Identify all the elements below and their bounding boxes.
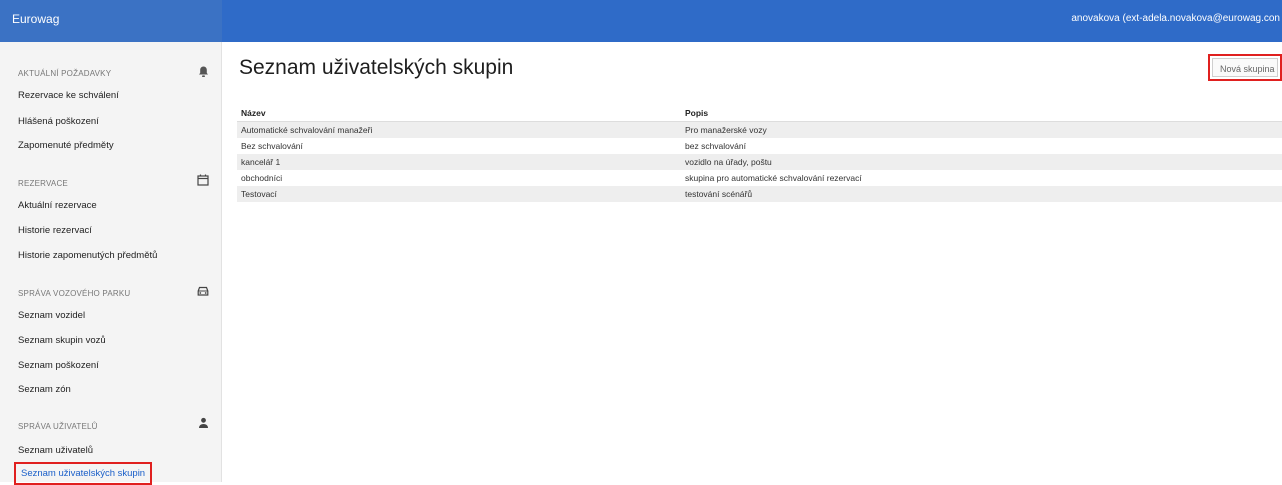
column-header-description[interactable]: Popis (681, 104, 1282, 122)
cell-name[interactable]: obchodníci (237, 170, 681, 186)
user-account[interactable]: anovakova (ext-adela.novakova@eurowag.co… (1071, 13, 1280, 24)
section-title-current-requests: AKTUÁLNÍ POŽADAVKY (18, 69, 112, 78)
cell-description: Pro manažerské vozy (681, 121, 1282, 138)
cell-description: testování scénářů (681, 186, 1282, 202)
user-groups-table: Název Popis Automatické schvalování mana… (237, 104, 1282, 202)
table-row[interactable]: Bez schvalování bez schvalování (237, 138, 1282, 154)
cell-name[interactable]: kancelář 1 (237, 154, 681, 170)
sidebar-item-forgotten-items[interactable]: Zapomenuté předměty (18, 140, 114, 151)
sidebar-item-vehicle-group-list[interactable]: Seznam skupin vozů (18, 335, 106, 346)
cell-name[interactable]: Testovací (237, 186, 681, 202)
sidebar-item-user-list[interactable]: Seznam uživatelů (18, 445, 93, 456)
cell-name[interactable]: Bez schvalování (237, 138, 681, 154)
top-bar: Eurowag anovakova (ext-adela.novakova@eu… (0, 0, 1282, 42)
cell-description: vozidlo na úřady, poštu (681, 154, 1282, 170)
calendar-icon (196, 173, 210, 187)
sidebar-item-forgotten-items-history[interactable]: Historie zapomenutých předmětů (18, 250, 157, 261)
sidebar-item-reservations-to-approve[interactable]: Rezervace ke schválení (18, 90, 119, 101)
main-content: Seznam uživatelských skupin Nová skupina… (222, 42, 1282, 482)
table-row[interactable]: kancelář 1 vozidlo na úřady, poštu (237, 154, 1282, 170)
cell-description: bez schvalování (685, 141, 746, 151)
new-group-button[interactable]: Nová skupina (1212, 58, 1278, 77)
sidebar-item-vehicle-list[interactable]: Seznam vozidel (18, 310, 85, 321)
cell-name[interactable]: Automatické schvalování manažeři (237, 121, 681, 138)
table-row[interactable]: Automatické schvalování manažeři Pro man… (237, 121, 1282, 138)
sidebar-item-zone-list[interactable]: Seznam zón (18, 384, 71, 395)
section-title-user-management: SPRÁVA UŽIVATELŮ (18, 422, 98, 431)
new-group-button-highlight[interactable]: Nová skupina (1208, 54, 1282, 81)
table-header-row: Název Popis (237, 104, 1282, 122)
section-title-reservations: REZERVACE (18, 179, 68, 188)
table-row[interactable]: Testovací testování scénářů (237, 186, 1282, 202)
column-header-name[interactable]: Název (237, 104, 681, 122)
sidebar-item-reservation-history[interactable]: Historie rezervací (18, 225, 92, 236)
brand-logo[interactable]: Eurowag (0, 0, 222, 42)
sidebar: AKTUÁLNÍ POŽADAVKY Rezervace ke schválen… (0, 42, 222, 485)
car-icon (196, 284, 210, 298)
sidebar-item-reported-damage[interactable]: Hlášená poškození (18, 116, 99, 127)
section-title-fleet-management: SPRÁVA VOZOVÉHO PARKU (18, 289, 131, 298)
bell-icon (196, 65, 210, 79)
cell-description: skupina pro automatické schvalování reze… (685, 173, 862, 183)
sidebar-item-damage-list[interactable]: Seznam poškození (18, 360, 99, 371)
table-row[interactable]: obchodníci skupina pro automatické schva… (237, 170, 1282, 186)
sidebar-item-current-reservations[interactable]: Aktuální rezervace (18, 200, 97, 211)
page-title: Seznam uživatelských skupin (239, 56, 514, 79)
user-icon (196, 416, 210, 430)
